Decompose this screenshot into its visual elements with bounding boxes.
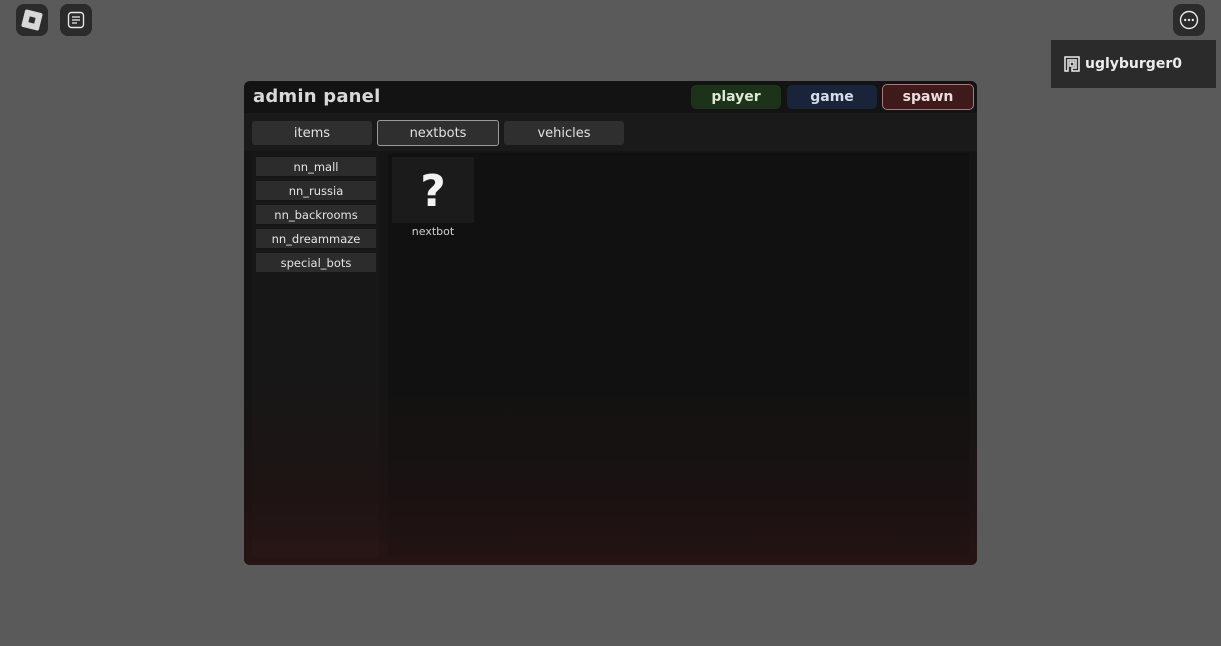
category-nn-dreammaze[interactable]: nn_dreammaze xyxy=(256,229,376,248)
unknown-nextbot-icon: ? xyxy=(420,166,446,217)
premium-icon xyxy=(1064,56,1080,72)
category-list[interactable]: nn_mall nn_russia nn_backrooms nn_dreamm… xyxy=(252,153,379,557)
tab-nextbots[interactable]: nextbots xyxy=(377,120,499,146)
spawn-button[interactable]: spawn xyxy=(882,84,974,110)
nextbot-thumbnail[interactable]: ? xyxy=(392,157,474,223)
chat-button[interactable] xyxy=(60,4,92,36)
roblox-menu-button[interactable] xyxy=(16,4,48,36)
nextbot-grid[interactable]: ? nextbot xyxy=(388,153,969,557)
player-button[interactable]: player xyxy=(691,85,781,109)
tab-vehicles[interactable]: vehicles xyxy=(504,121,624,145)
roblox-logo-icon xyxy=(21,9,43,31)
category-nn-mall[interactable]: nn_mall xyxy=(256,157,376,176)
game-button[interactable]: game xyxy=(787,85,877,109)
more-options-button[interactable] xyxy=(1173,4,1205,36)
panel-title: admin panel xyxy=(253,86,381,107)
admin-panel-window: admin panel player game spawn items next… xyxy=(244,81,977,565)
more-options-icon xyxy=(1179,10,1199,30)
tab-items[interactable]: items xyxy=(252,121,372,145)
nextbot-label: nextbot xyxy=(411,225,455,238)
username-label: uglyburger0 xyxy=(1085,56,1182,72)
player-list-entry[interactable]: uglyburger0 xyxy=(1051,40,1216,88)
spawn-tab-bar: items nextbots vehicles xyxy=(244,113,977,151)
chat-icon xyxy=(67,11,85,29)
nextbot-card[interactable]: ? nextbot xyxy=(392,157,474,238)
category-special-bots[interactable]: special_bots xyxy=(256,253,376,272)
category-nn-backrooms[interactable]: nn_backrooms xyxy=(256,205,376,224)
spawn-content-area: nn_mall nn_russia nn_backrooms nn_dreamm… xyxy=(244,151,977,565)
category-nn-russia[interactable]: nn_russia xyxy=(256,181,376,200)
